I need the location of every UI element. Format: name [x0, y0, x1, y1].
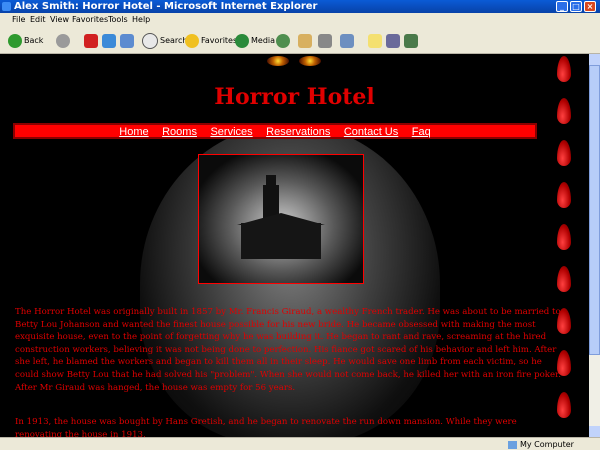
blood-drop: [557, 392, 571, 418]
media-button[interactable]: Media: [235, 32, 275, 50]
status-bar: My Computer: [0, 437, 600, 450]
glowing-eyes-image: [263, 56, 325, 70]
media-icon: [235, 33, 249, 48]
site-nav: Home Rooms Services Reservations Contact…: [13, 123, 537, 139]
maximize-button[interactable]: □: [570, 1, 582, 12]
blood-drop: [557, 140, 571, 166]
scroll-thumb[interactable]: [589, 65, 600, 355]
menu-view[interactable]: View: [50, 15, 69, 24]
mail-icon[interactable]: [298, 34, 312, 48]
discuss-icon[interactable]: [368, 34, 382, 48]
edit-icon[interactable]: [340, 34, 354, 48]
left-eye: [267, 56, 289, 66]
blood-drop: [557, 98, 571, 124]
back-arrow-icon: [8, 33, 22, 48]
nav-home[interactable]: Home: [119, 126, 148, 138]
web-page: Horror Hotel Home Rooms Services Reserva…: [0, 54, 589, 437]
close-button[interactable]: ×: [584, 1, 596, 12]
star-icon: [185, 33, 199, 48]
menu-file[interactable]: File: [12, 15, 25, 24]
blood-drop: [557, 266, 571, 292]
blood-drop: [557, 182, 571, 208]
back-button[interactable]: Back: [8, 32, 43, 50]
story-paragraph-2: In 1913, the house was bought by Hans Gr…: [15, 417, 517, 437]
favorites-button[interactable]: Favorites: [185, 32, 237, 50]
toolbar: Back Search Favorites Media: [0, 29, 600, 54]
search-button[interactable]: Search: [142, 32, 187, 50]
zone-label: My Computer: [520, 440, 574, 449]
right-eye: [299, 56, 321, 66]
nav-contact-us[interactable]: Contact Us: [344, 126, 398, 138]
favorites-label: Favorites: [201, 36, 238, 45]
stop-icon[interactable]: [84, 34, 98, 48]
refresh-icon[interactable]: [102, 34, 116, 48]
forward-icon[interactable]: [56, 34, 70, 48]
research-icon[interactable]: [386, 34, 400, 48]
blood-drop: [557, 224, 571, 250]
house: [241, 223, 321, 259]
nav-faq[interactable]: Faq: [412, 126, 431, 138]
nav-reservations[interactable]: Reservations: [266, 126, 330, 138]
nav-rooms[interactable]: Rooms: [162, 126, 197, 138]
media-label: Media: [251, 36, 276, 45]
vertical-scrollbar[interactable]: [589, 54, 600, 437]
history-icon[interactable]: [276, 34, 290, 48]
menu-edit[interactable]: Edit: [30, 15, 46, 24]
hotel-photo: [198, 154, 364, 284]
minimize-button[interactable]: _: [556, 1, 568, 12]
back-label: Back: [24, 36, 44, 45]
window-title: Alex Smith: Horror Hotel - Microsoft Int…: [14, 1, 318, 12]
scroll-up-arrow[interactable]: [589, 54, 600, 65]
blood-drop-border: [555, 54, 577, 437]
blood-drop: [557, 350, 571, 376]
scroll-down-arrow[interactable]: [589, 426, 600, 437]
messenger-icon[interactable]: [404, 34, 418, 48]
blood-drop: [557, 56, 571, 82]
hotel-story: The Horror Hotel was originally built in…: [15, 306, 563, 437]
nav-services[interactable]: Services: [210, 126, 252, 138]
search-label: Search: [160, 36, 188, 45]
print-icon[interactable]: [318, 34, 332, 48]
story-paragraph-1: The Horror Hotel was originally built in…: [15, 307, 561, 393]
search-icon: [142, 32, 158, 49]
menu-help[interactable]: Help: [132, 15, 150, 24]
ie-icon: [2, 2, 11, 11]
site-title: Horror Hotel: [214, 84, 375, 110]
security-zone: My Computer: [508, 438, 598, 450]
title-bar: Alex Smith: Horror Hotel - Microsoft Int…: [0, 0, 600, 13]
home-icon[interactable]: [120, 34, 134, 48]
menu-bar: File Edit View Favorites Tools Help: [0, 13, 600, 30]
menu-tools[interactable]: Tools: [108, 15, 128, 24]
computer-icon: [508, 440, 517, 449]
browser-window: Alex Smith: Horror Hotel - Microsoft Int…: [0, 0, 600, 450]
menu-favorites[interactable]: Favorites: [72, 15, 108, 24]
blood-drop: [557, 308, 571, 334]
